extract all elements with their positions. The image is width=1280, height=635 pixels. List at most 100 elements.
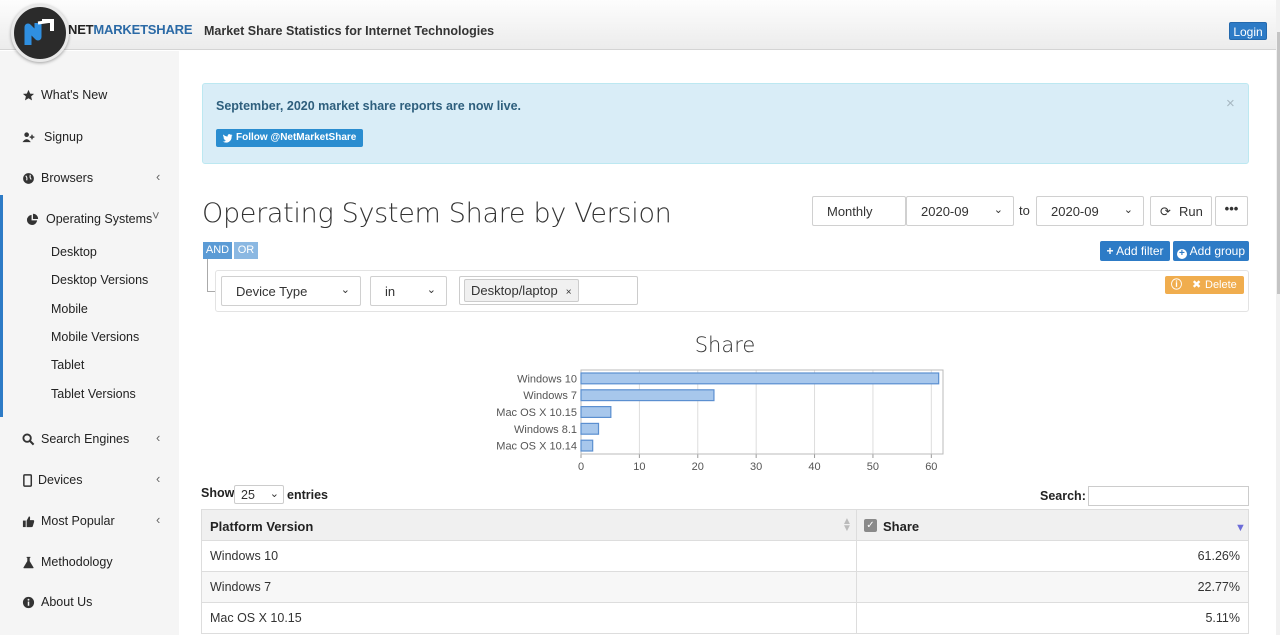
column-header-platform[interactable]: Platform Version [210,519,313,534]
sidebar-item-signup[interactable]: Signup [0,126,179,150]
share-cell: 22.77% [1197,580,1240,594]
x-tick-label: 0 [578,461,584,473]
share-cell: 5.11% [1205,611,1240,625]
sidebar-item-label: What's New [41,88,108,102]
logo-wordmark[interactable]: NETMARKETSHARE [68,22,193,37]
column-divider [856,541,857,571]
x-tick-label: 60 [925,461,937,473]
sidebar-item-devices[interactable]: Devices ‹ [0,469,179,493]
bar [580,422,600,435]
and-button[interactable]: AND [203,242,232,259]
sidebar-subitem-mobile-versions[interactable]: Mobile Versions [51,330,139,344]
sidebar-subitem-mobile[interactable]: Mobile [51,302,88,316]
platform-cell: Windows 7 [210,580,272,594]
column-header-share[interactable]: Share [883,519,919,534]
star-icon [22,89,35,101]
sidebar-subitem-desktop[interactable]: Desktop [51,245,97,259]
bar [580,439,594,452]
column-divider [856,572,857,602]
value-tag-label: Desktop/laptop [471,283,558,298]
period-select[interactable]: Monthly [812,196,906,226]
globe-icon [23,173,34,184]
logo-marketshare: MARKETSHARE [93,22,193,37]
twitter-follow-button[interactable]: Follow @NetMarketShare [216,129,364,147]
refresh-icon: ⟳ [1160,204,1171,219]
bar [580,389,715,402]
close-icon[interactable]: × [1226,95,1235,112]
page-length-select[interactable]: 25 ⌄ [234,485,284,504]
x-tick-label: 50 [867,461,879,473]
table-header: Platform Version ▲ ▼ ✓ Share ▼ [201,509,1249,541]
sidebar-item-browsers[interactable]: Browsers ‹ [0,167,179,191]
platform-cell: Mac OS X 10.15 [210,611,302,625]
search-input[interactable] [1088,486,1249,506]
x-tick-label: 40 [808,461,820,473]
tag-remove-icon[interactable]: × [566,287,572,298]
period-value: Monthly [827,204,873,219]
search-label: Search: [1040,489,1086,503]
sidebar-subitem-tablet[interactable]: Tablet [51,358,84,372]
chevron-left-icon: ‹ [156,169,161,184]
sidebar-item-label: Methodology [41,555,113,569]
sidebar-item-most-popular[interactable]: Most Popular ‹ [0,510,179,534]
sort-icon[interactable]: ▲ ▼ [842,517,852,534]
sidebar-item-about-us[interactable]: About Us [0,591,179,615]
checkbox-icon[interactable]: ✓ [864,519,877,532]
x-tick-label: 10 [633,461,645,473]
announcement-alert: September, 2020 market share reports are… [202,83,1249,164]
chevron-down-icon: ⌄ [1123,204,1133,216]
y-tick-label: Windows 10 [517,373,577,385]
chevron-down-icon: ˅ [152,208,160,223]
table-row: Mac OS X 10.15 5.11% [201,603,1249,634]
sidebar-item-label: Signup [44,130,83,144]
share-cell: 61.26% [1197,549,1240,563]
add-group-label: Add group [1189,244,1246,258]
column-divider [856,510,857,541]
run-button[interactable]: ⟳ Run [1150,196,1212,226]
to-date-value: 2020-09 [1051,204,1099,219]
site-tagline: Market Share Statistics for Internet Tec… [204,24,495,38]
chevron-down-icon: ⌄ [426,284,436,296]
chevron-left-icon: ‹ [156,512,161,527]
to-date-select[interactable]: 2020-09 ⌄ [1036,196,1144,226]
table-row: Windows 10 61.26% [201,541,1249,572]
sidebar-item-label: About Us [41,595,93,609]
chevron-down-icon: ⌄ [269,488,279,500]
add-filter-label: Add filter [1116,244,1164,258]
delete-label: Delete [1205,279,1237,291]
login-button[interactable]: Login [1229,22,1267,40]
tablet-icon [23,474,33,487]
chevron-down-icon: ⌄ [340,284,350,296]
logo-arrow-icon [24,19,54,45]
add-group-button[interactable]: + Add group [1173,241,1249,261]
info-icon [22,596,35,609]
sidebar-item-label: Browsers [41,171,94,185]
flask-icon [23,556,34,569]
sidebar-subitem-desktop-versions[interactable]: Desktop Versions [51,273,148,287]
bar [580,372,940,385]
show-label: Show [201,486,235,500]
sidebar-item-whats-new[interactable]: What's New [0,84,179,108]
more-options-button[interactable]: ••• [1215,196,1248,226]
chevron-left-icon: ‹ [156,430,161,445]
sidebar-subitem-tablet-versions[interactable]: Tablet Versions [51,387,136,401]
field-select[interactable]: Device Type ⌄ [221,276,361,306]
from-date-select[interactable]: 2020-09 ⌄ [906,196,1014,226]
alert-message: September, 2020 market share reports are… [216,99,522,113]
or-button[interactable]: OR [234,242,258,259]
entries-label: entries [287,488,328,502]
sidebar-item-label: Devices [38,473,83,487]
chevron-left-icon: ‹ [156,471,161,486]
sidebar-item-label: Search Engines [41,432,130,446]
add-filter-button[interactable]: + Add filter [1100,241,1170,261]
thumbs-up-icon [22,516,35,528]
field-value: Device Type [236,284,308,299]
sort-desc-icon[interactable]: ▼ [1235,522,1246,534]
delete-rule-button[interactable]: ⓘ ✖ Delete [1165,276,1244,294]
sidebar-item-methodology[interactable]: Methodology [0,551,179,575]
site-logo[interactable] [11,4,69,62]
sidebar-item-operating-systems[interactable]: Operating Systems ˅ [0,208,179,232]
operator-select[interactable]: in ⌄ [370,276,447,306]
sidebar-item-search-engines[interactable]: Search Engines ‹ [0,428,179,452]
plus-circle-icon: + [1176,249,1187,259]
